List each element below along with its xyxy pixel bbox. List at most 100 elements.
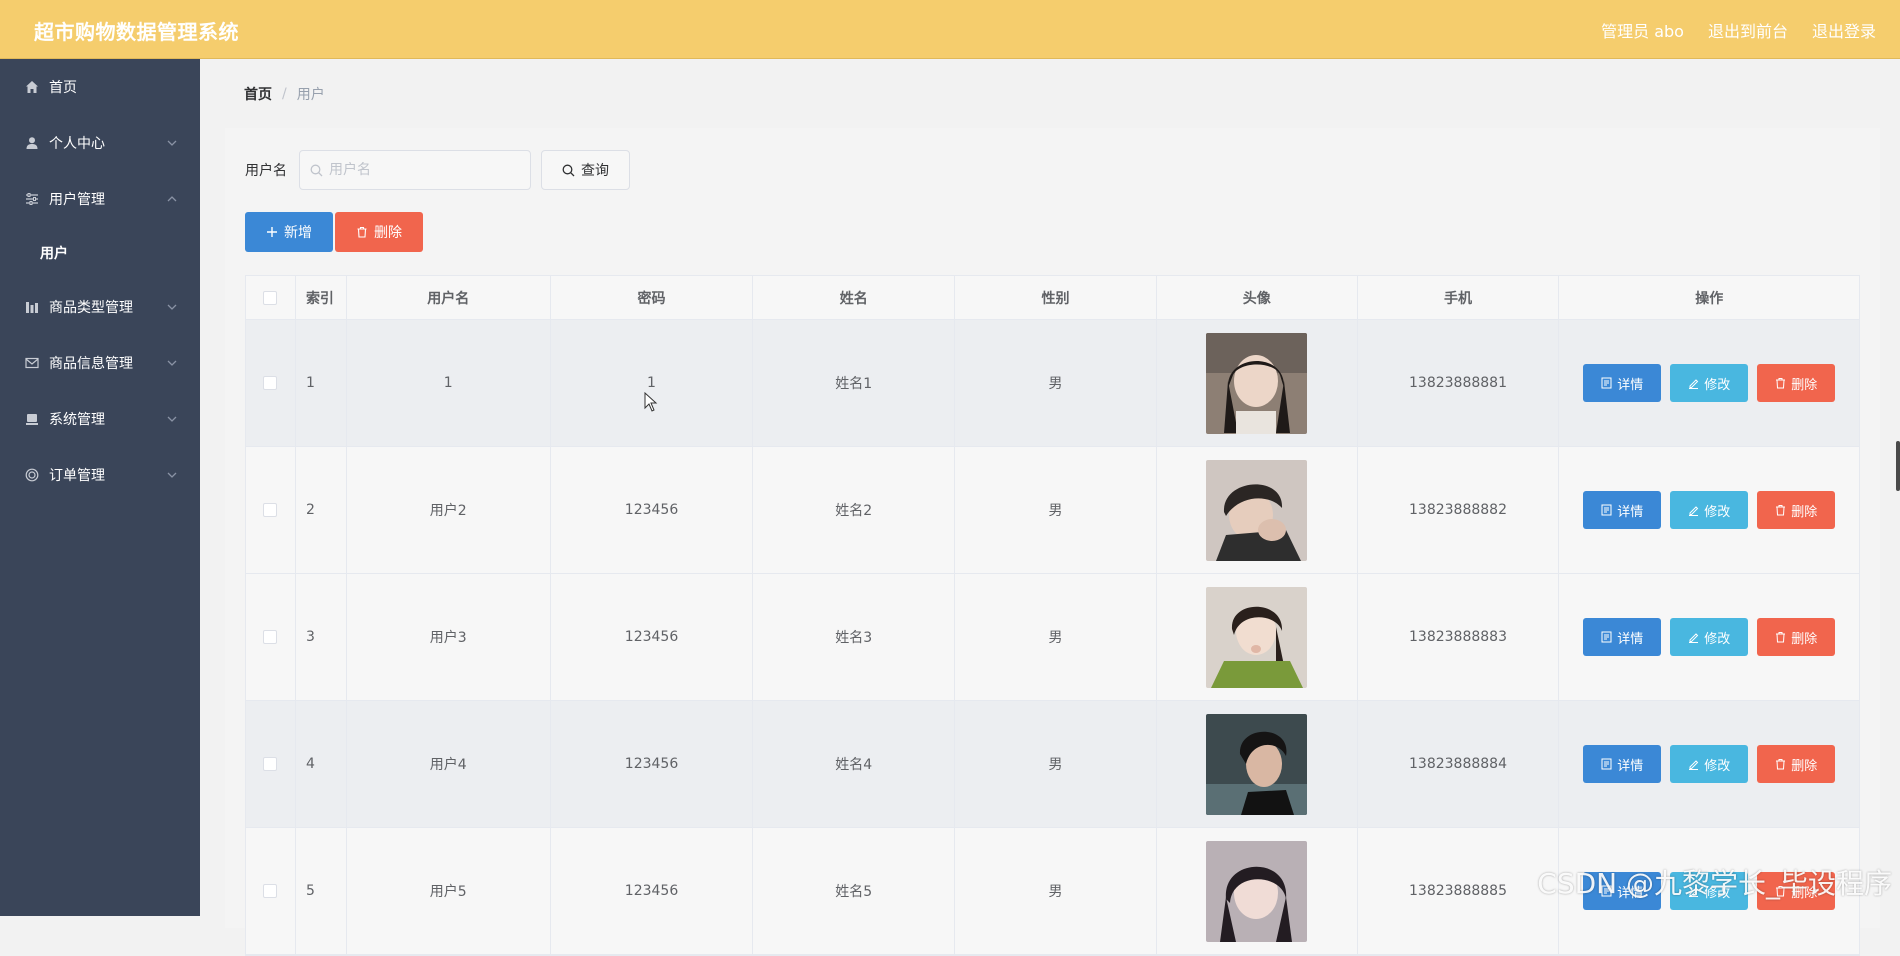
chevron-down-icon [167,304,177,310]
header-name: 姓名 [753,276,956,319]
circle-icon [24,467,40,483]
user-icon [24,135,40,151]
cell-password: 1 [551,320,754,446]
monitor-icon [24,411,40,427]
edit-button-label: 修改 [1704,758,1731,774]
avatar[interactable] [1206,459,1308,561]
chevron-down-icon [167,472,177,478]
delete-button[interactable]: 删除 [1757,491,1836,529]
bar-chart-icon [24,299,40,315]
table-row: 2 用户2 123456 姓名2 男 13823888882 详情 修改 删除 [246,447,1859,574]
query-button[interactable]: 查询 [541,150,630,190]
sliders-icon [24,191,40,207]
row-checkbox-cell [246,320,296,446]
edit-button-label: 修改 [1704,504,1731,520]
detail-button-label: 详情 [1617,631,1644,647]
cell-name: 姓名4 [753,701,956,827]
delete-button-label: 删除 [1791,631,1818,647]
header-ops: 操作 [1695,290,1724,307]
row-checkbox[interactable] [263,757,278,771]
avatar[interactable] [1206,586,1308,688]
sidebar-item-order-management[interactable]: 订单管理 [0,447,200,503]
avatar[interactable] [1206,713,1308,815]
cell-index: 2 [296,447,347,573]
sidebar-item-personal-center[interactable]: 个人中心 [0,115,200,171]
select-all-checkbox[interactable] [263,290,278,305]
delete-button-label: 删除 [1791,377,1818,393]
cell-gender: 男 [955,320,1157,446]
trash-icon [1776,759,1786,770]
content-panel: 用户名 查询 新增 删除 索引 用户名 [225,128,1880,956]
header-username: 用户名 [347,276,551,319]
sidebar-item-home[interactable]: 首页 [0,59,200,115]
cell-gender: 男 [955,828,1157,954]
mouse-cursor-icon [644,392,658,412]
cell-username: 1 [347,320,551,446]
detail-button[interactable]: 详情 [1583,618,1662,656]
cell-avatar [1157,701,1358,827]
edit-button[interactable]: 修改 [1670,618,1749,656]
sidebar-item-product-info-management[interactable]: 商品信息管理 [0,335,200,391]
delete-button[interactable]: 删除 [1757,745,1836,783]
cell-avatar [1157,828,1358,954]
cell-ops: 详情 修改 删除 [1559,701,1859,827]
cell-name: 姓名3 [753,574,956,700]
sidebar-item-system-management[interactable]: 系统管理 [0,391,200,447]
trash-icon [1776,505,1786,516]
row-checkbox[interactable] [263,503,278,517]
row-checkbox[interactable] [263,630,278,644]
avatar[interactable] [1206,840,1308,942]
batch-delete-button[interactable]: 删除 [335,212,423,252]
plus-icon [267,227,277,237]
breadcrumb-current: 用户 [296,87,325,103]
sidebar-item-product-type-management[interactable]: 商品类型管理 [0,279,200,335]
detail-button[interactable]: 详情 [1583,491,1662,529]
cell-phone: 13823888885 [1358,828,1560,954]
cell-avatar [1157,320,1358,446]
document-icon [1601,504,1612,516]
delete-button-label: 删除 [1791,758,1818,774]
edit-button[interactable]: 修改 [1670,491,1749,529]
cell-name: 姓名2 [753,447,956,573]
sidebar-item-user-management[interactable]: 用户管理 [0,171,200,227]
row-checkbox-cell [246,828,296,954]
cell-avatar [1157,574,1358,700]
sidebar-subitem-users[interactable]: 用户 [0,227,200,279]
cell-password: 123456 [551,447,754,573]
main-content: 首页 / 用户 用户名 查询 新增 删除 [200,59,1900,956]
row-checkbox[interactable] [263,376,278,390]
avatar[interactable] [1206,332,1308,434]
delete-button[interactable]: 删除 [1757,618,1836,656]
search-input-wrapper[interactable] [299,150,531,190]
edit-button[interactable]: 修改 [1670,364,1749,402]
sidebar-item-label: 个人中心 [49,136,105,152]
add-button[interactable]: 新增 [245,212,333,252]
sidebar-item-label: 订单管理 [49,468,105,484]
chevron-down-icon [167,140,177,146]
search-icon [310,164,323,176]
chevron-up-icon [167,196,177,202]
detail-button[interactable]: 详情 [1583,364,1662,402]
cell-name: 姓名5 [753,828,956,954]
top-header: 超市购物数据管理系统 管理员 abo 退出到前台 退出登录 [0,0,1900,59]
cell-index: 1 [296,320,347,446]
row-checkbox[interactable] [263,884,278,898]
cell-gender: 男 [955,701,1157,827]
edit-button[interactable]: 修改 [1670,745,1749,783]
header-avatar: 头像 [1157,276,1358,319]
cell-avatar [1157,447,1358,573]
back-to-front-link[interactable]: 退出到前台 [1708,18,1788,42]
breadcrumb-home[interactable]: 首页 [244,84,272,104]
delete-button[interactable]: 删除 [1757,364,1836,402]
search-input[interactable] [329,162,519,178]
cell-name: 姓名1 [753,320,956,446]
detail-button[interactable]: 详情 [1583,745,1662,783]
admin-user-link[interactable]: 管理员 abo [1601,18,1684,42]
logout-link[interactable]: 退出登录 [1812,18,1876,42]
cell-username: 用户5 [347,828,551,954]
edit-icon [1689,633,1699,643]
scrollbar-thumb[interactable] [1896,441,1900,491]
cell-index: 4 [296,701,347,827]
cell-ops: 详情 修改 删除 [1559,447,1859,573]
document-icon [1601,758,1612,770]
